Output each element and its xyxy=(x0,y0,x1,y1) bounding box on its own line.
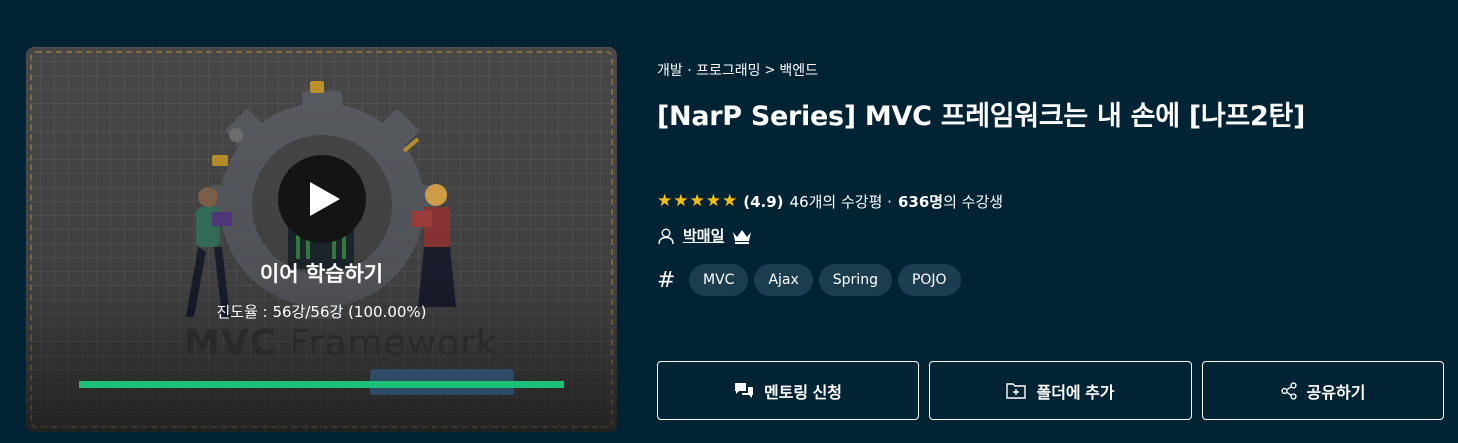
share-button[interactable]: 공유하기 xyxy=(1202,361,1444,420)
breadcrumb: 개발 · 프로그래밍 > 백엔드 xyxy=(657,60,818,80)
star-icon: ★ xyxy=(705,191,721,211)
reviews-count[interactable]: 46개의 수강평 · xyxy=(790,191,892,212)
mentoring-button[interactable]: 멘토링 신청 xyxy=(657,361,919,420)
continue-learning-label[interactable]: 이어 학습하기 xyxy=(26,258,617,288)
tag-chip[interactable]: Ajax xyxy=(754,264,813,296)
breadcrumb-subcategory[interactable]: 백엔드 xyxy=(779,60,818,80)
course-thumbnail[interactable]: MVC Framework 이어 학습하기 진도율 : 56강/56강 (100… xyxy=(26,47,617,432)
chat-icon xyxy=(734,382,753,398)
crown-icon xyxy=(733,229,752,244)
play-icon xyxy=(310,182,340,216)
students-suffix: 의 수강생 xyxy=(943,193,1004,211)
star-rating: ★ ★ ★ ★ ★ xyxy=(657,193,737,210)
students-count: 636명 xyxy=(897,193,944,211)
art-text-rest: Framework xyxy=(277,323,498,364)
star-icon: ★ xyxy=(673,191,689,211)
share-label: 공유하기 xyxy=(1306,384,1366,402)
instructor-name[interactable]: 박매일 xyxy=(683,225,724,246)
breadcrumb-category[interactable]: 개발 · 프로그래밍 xyxy=(657,60,761,80)
progress-text: 진도율 : 56강/56강 (100.00%) xyxy=(216,303,427,321)
course-title: [NarP Series] MVC 프레임워크는 내 손에 [나프2탄] xyxy=(657,101,1306,132)
tag-chip[interactable]: POJO xyxy=(897,264,961,296)
folder-plus-icon xyxy=(1006,383,1027,399)
breadcrumb-separator: > xyxy=(764,62,776,78)
add-to-folder-label: 폴더에 추가 xyxy=(1036,384,1115,402)
progress-bar-fill xyxy=(79,381,564,388)
add-to-folder-button[interactable]: 폴더에 추가 xyxy=(929,361,1192,420)
play-button[interactable] xyxy=(278,155,366,243)
art-text-bold: MVC xyxy=(184,323,278,364)
share-icon xyxy=(1280,381,1297,400)
user-icon xyxy=(658,228,674,244)
tags-row: # MVC Ajax Spring POJO xyxy=(657,264,961,296)
star-icon: ★ xyxy=(722,191,738,211)
mentoring-label: 멘토링 신청 xyxy=(763,384,843,402)
instructor-row: 박매일 xyxy=(657,225,752,246)
tag-chip[interactable]: MVC xyxy=(689,264,749,296)
star-icon: ★ xyxy=(657,191,673,211)
progress-bar xyxy=(79,381,564,388)
thumbnail-art-text: MVC Framework xyxy=(184,323,498,364)
star-icon: ★ xyxy=(689,191,705,211)
students-info: 636명의 수강생 xyxy=(898,191,1003,212)
hashtag-icon: # xyxy=(657,267,676,293)
rating-value: (4.9) xyxy=(743,192,784,211)
rating-row: ★ ★ ★ ★ ★ (4.9) 46개의 수강평 · 636명의 수강생 xyxy=(657,191,1003,212)
tag-chip[interactable]: Spring xyxy=(818,264,892,296)
